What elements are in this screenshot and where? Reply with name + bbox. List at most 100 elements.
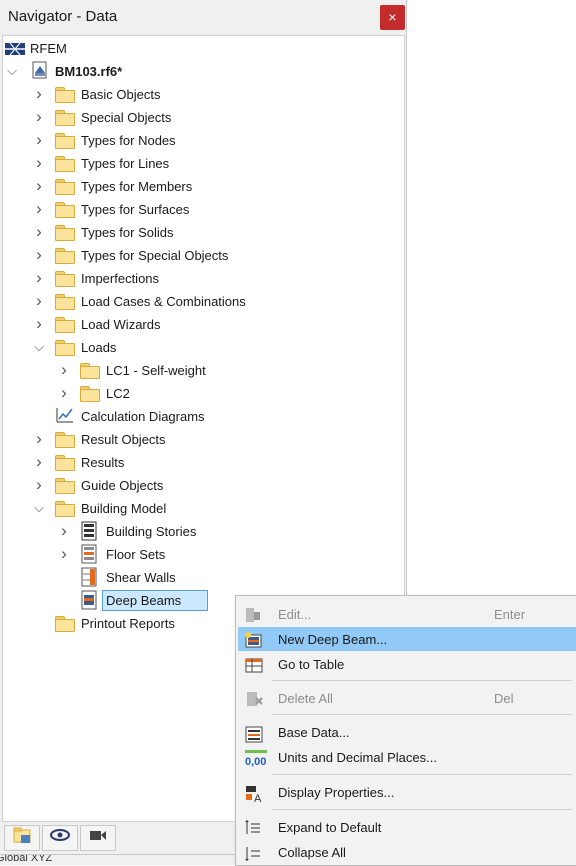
- chevron-right-icon[interactable]: ›: [33, 476, 45, 493]
- menu-item-base-data[interactable]: Base Data...: [238, 720, 576, 744]
- folder-icon: [80, 363, 100, 379]
- tree-node[interactable]: › Types for Lines: [3, 152, 398, 175]
- chevron-right-icon[interactable]: ›: [33, 315, 45, 332]
- tree-node[interactable]: ⌵ Building Model: [3, 497, 398, 520]
- chevron-down-icon[interactable]: ⌵: [33, 501, 45, 515]
- tree-node[interactable]: › Result Objects: [3, 428, 398, 451]
- shear-walls-icon-wrap: [80, 567, 98, 590]
- chevron-right-icon[interactable]: ›: [58, 545, 70, 562]
- folder-icon: [80, 386, 100, 402]
- chevron-right-icon[interactable]: ›: [58, 522, 70, 539]
- chevron-right-icon[interactable]: ›: [58, 384, 70, 401]
- view-button[interactable]: [42, 825, 78, 851]
- menu-item-collapse-all[interactable]: Collapse All: [238, 840, 576, 864]
- tree-node[interactable]: › Results: [3, 451, 398, 474]
- chevron-down-icon[interactable]: ⌵: [33, 340, 45, 354]
- menu-item-display-properties[interactable]: A Display Properties...: [238, 780, 576, 805]
- tree-node[interactable]: › Imperfections: [3, 267, 398, 290]
- folder-icon: [55, 248, 75, 264]
- chevron-right-icon[interactable]: ›: [33, 85, 45, 102]
- chevron-right-icon[interactable]: ›: [33, 131, 45, 148]
- folder-icon: [55, 225, 75, 241]
- chevron-right-icon[interactable]: ›: [33, 223, 45, 240]
- context-menu: Edit... Enter New Deep Beam... Go to Table D…: [235, 595, 576, 866]
- svg-text:A: A: [254, 793, 262, 804]
- delete-all-icon-wrap: [244, 690, 263, 706]
- tree-node[interactable]: › Basic Objects: [3, 83, 398, 106]
- svg-text:0,00: 0,00: [245, 756, 266, 767]
- menu-item-expand-to-default[interactable]: Expand to Default: [238, 815, 576, 839]
- menu-item-edit[interactable]: Edit... Enter: [238, 602, 576, 626]
- menu-item-label: Base Data...: [278, 725, 350, 740]
- menu-separator: [272, 714, 572, 715]
- folder-icon: [55, 478, 75, 494]
- camera-button[interactable]: [80, 825, 116, 851]
- menu-item-label: Collapse All: [278, 845, 346, 860]
- chevron-right-icon[interactable]: ›: [33, 200, 45, 217]
- building-stories-icon-wrap: [80, 521, 98, 544]
- tree-node-label: LC1 - Self-weight: [106, 363, 206, 378]
- menu-item-label: Display Properties...: [278, 785, 395, 800]
- chevron-right-icon[interactable]: ›: [33, 154, 45, 171]
- chevron-right-icon[interactable]: ›: [33, 269, 45, 286]
- tree-node-label: Types for Nodes: [81, 133, 176, 148]
- tree-node-label: Loads: [81, 340, 117, 355]
- tree-node[interactable]: › LC2: [3, 382, 398, 405]
- chevron-right-icon[interactable]: ›: [33, 292, 45, 309]
- tree-node[interactable]: Calculation Diagrams: [3, 405, 398, 428]
- tree-node[interactable]: › Floor Sets: [3, 543, 398, 566]
- tree-node-label: Types for Members: [81, 179, 193, 194]
- tree-node[interactable]: › Types for Solids: [3, 221, 398, 244]
- menu-item-label: Go to Table: [278, 657, 345, 672]
- tree-node[interactable]: › LC1 - Self-weight: [3, 359, 398, 382]
- data-view-button[interactable]: [4, 825, 40, 851]
- tree-node[interactable]: › Special Objects: [3, 106, 398, 129]
- tree-node[interactable]: › Load Wizards: [3, 313, 398, 336]
- folder-icon: [55, 110, 75, 126]
- tree-node-label: Results: [81, 455, 125, 470]
- chevron-down-icon[interactable]: ⌵: [6, 64, 18, 78]
- menu-separator: [272, 774, 572, 775]
- chevron-right-icon[interactable]: ›: [33, 108, 45, 125]
- tree-node-label: LC2: [106, 386, 130, 401]
- tree-node-label: Building Stories: [106, 524, 197, 539]
- chevron-right-icon[interactable]: ›: [33, 453, 45, 470]
- eye-icon: [50, 829, 70, 841]
- tree-node[interactable]: › Types for Nodes: [3, 129, 398, 152]
- folder-icon: [55, 455, 75, 471]
- menu-item-new-deep-beam[interactable]: New Deep Beam...: [238, 627, 576, 651]
- new-deep-beam-icon-wrap: [244, 631, 262, 648]
- tree-node[interactable]: › Load Cases & Combinations: [3, 290, 398, 313]
- chevron-right-icon[interactable]: ›: [58, 361, 70, 378]
- tree-node[interactable]: › Types for Surfaces: [3, 198, 398, 221]
- menu-item-delete-all[interactable]: Delete All Del: [238, 686, 576, 710]
- tree-node-label: Floor Sets: [106, 547, 166, 562]
- chevron-right-icon[interactable]: ›: [33, 246, 45, 263]
- tree-node-label: Types for Lines: [81, 156, 170, 171]
- tree-node-label: Basic Objects: [81, 87, 161, 102]
- shear-walls-icon: [81, 567, 97, 587]
- menu-separator: [272, 809, 572, 810]
- tree-node-label: Result Objects: [81, 432, 166, 447]
- folder-icon: [55, 271, 75, 287]
- tree-node[interactable]: › Types for Special Objects: [3, 244, 398, 267]
- close-button[interactable]: ×: [380, 5, 405, 30]
- tree-node-label: Printout Reports: [81, 616, 175, 631]
- tree-node-label: Building Model: [81, 501, 167, 516]
- rfem-icon-wrap: [4, 42, 26, 59]
- tree-node[interactable]: ⌵ BM103.rf6*: [3, 60, 398, 83]
- folder-icon: [55, 616, 75, 632]
- tree-node[interactable]: RFEM: [3, 37, 398, 60]
- tree-node[interactable]: ⌵ Loads: [3, 336, 398, 359]
- collapse-icon-wrap: [244, 844, 262, 861]
- chevron-right-icon[interactable]: ›: [33, 430, 45, 447]
- data-view-icon: [13, 827, 31, 843]
- tree-node[interactable]: Shear Walls: [3, 566, 398, 589]
- tree-node[interactable]: › Types for Members: [3, 175, 398, 198]
- menu-item-label: Units and Decimal Places...: [278, 750, 437, 765]
- menu-item-go-to-table[interactable]: Go to Table: [238, 652, 576, 676]
- tree-node[interactable]: › Guide Objects: [3, 474, 398, 497]
- tree-node[interactable]: › Building Stories: [3, 520, 398, 543]
- menu-item-units-and-decimal-places[interactable]: 0,00 Units and Decimal Places...: [238, 745, 576, 769]
- chevron-right-icon[interactable]: ›: [33, 177, 45, 194]
